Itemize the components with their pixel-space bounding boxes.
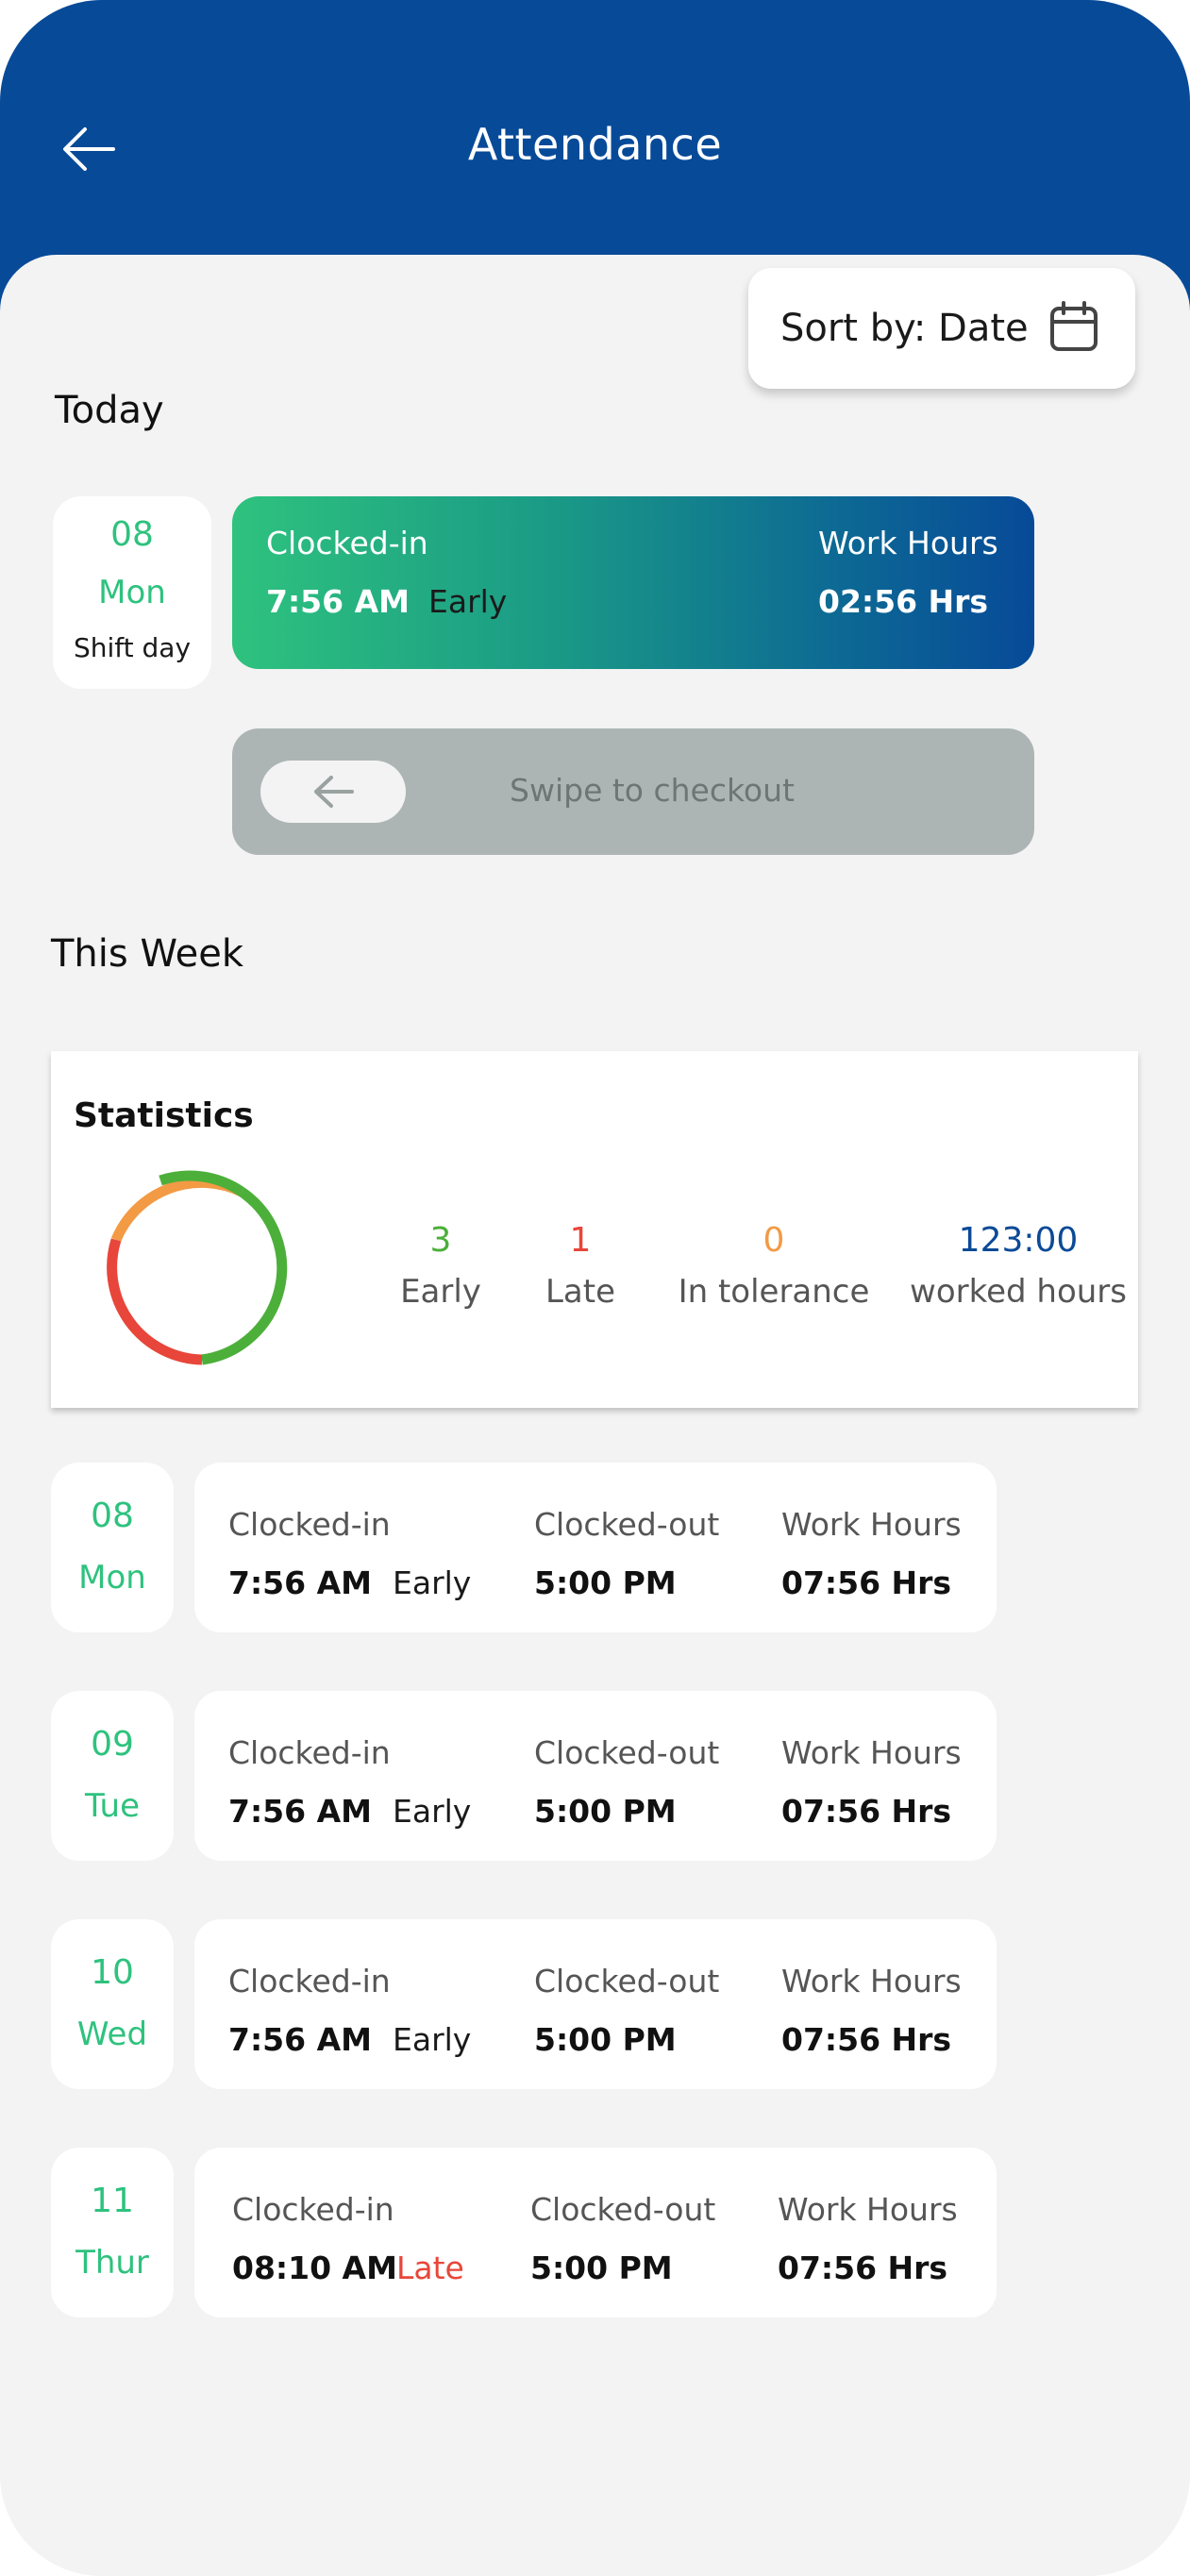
sort-label: Sort by: Date: [780, 307, 1029, 350]
clocked-in-label: Clocked-in: [232, 2191, 394, 2228]
today-title: Today: [55, 389, 164, 432]
today-attendance-card: Clocked-in 7:56 AM Early Work Hours 02:5…: [232, 496, 1034, 669]
page-title: Attendance: [467, 119, 723, 170]
calendar-icon: [1050, 301, 1098, 351]
stat-early-label: Early: [400, 1273, 481, 1311]
clocked-out-time: 5:00 PM: [534, 2021, 677, 2058]
stat-worked-label: worked hours: [910, 1273, 1127, 1311]
stat-tolerance: 0 In tolerance: [651, 1221, 897, 1311]
statistics-card: Statistics 3 Early 1 Late 0 In tolerance…: [51, 1051, 1138, 1408]
day-weekday: Mon: [78, 1559, 146, 1597]
work-hours-label: Work Hours: [781, 1734, 962, 1771]
today-shift-note: Shift day: [73, 632, 192, 663]
day-number: 11: [91, 2182, 134, 2220]
stat-tolerance-value: 0: [763, 1221, 785, 1260]
day-date-tile: 10 Wed: [51, 1919, 174, 2089]
clocked-in-time: 7:56 AM: [228, 1793, 372, 1830]
today-day: 08: [110, 515, 154, 554]
day-attendance-card[interactable]: Clocked-in 7:56 AM Early Clocked-out 5:00 PM…: [194, 1691, 997, 1861]
clocked-in-label: Clocked-in: [228, 1963, 391, 1999]
status-badge: Early: [428, 583, 508, 620]
clocked-in-label: Clocked-in: [228, 1734, 391, 1771]
stat-late-value: 1: [569, 1221, 592, 1260]
this-week-title: This Week: [51, 932, 244, 976]
day-number: 08: [91, 1497, 134, 1535]
clocked-in-time: 7:56 AM: [228, 2021, 372, 2058]
day-weekday: Wed: [76, 2016, 148, 2053]
work-hours-value: 02:56 Hrs: [818, 583, 989, 620]
stat-worked-value: 123:00: [958, 1221, 1079, 1260]
day-date-tile: 11 Thur: [51, 2148, 174, 2317]
clocked-out-label: Clocked-out: [534, 1734, 720, 1771]
sort-by-date-button[interactable]: Sort by: Date: [748, 268, 1135, 389]
clocked-in-label: Clocked-in: [266, 525, 428, 561]
status-badge: Early: [393, 1564, 472, 1601]
clocked-out-time: 5:00 PM: [530, 2250, 673, 2286]
work-hours-label: Work Hours: [778, 2191, 958, 2228]
statistics-title: Statistics: [74, 1096, 254, 1135]
stat-worked-hours: 123:00 worked hours: [900, 1221, 1136, 1311]
work-hours-value: 07:56 Hrs: [778, 2250, 948, 2286]
status-badge: Early: [393, 1793, 472, 1830]
status-badge: Late: [396, 2250, 464, 2286]
stat-late-label: Late: [545, 1273, 616, 1311]
status-badge: Early: [393, 2021, 472, 2058]
day-date-tile: 08 Mon: [51, 1463, 174, 1632]
clocked-in-time: 7:56 AM: [228, 1564, 372, 1601]
day-attendance-card[interactable]: Clocked-in 08:10 AM Late Clocked-out 5:00 PM…: [194, 2148, 997, 2317]
day-weekday: Thur: [75, 2244, 149, 2282]
day-number: 09: [91, 1725, 134, 1764]
attendance-donut-chart: [107, 1170, 288, 1365]
work-hours-label: Work Hours: [818, 525, 998, 561]
clocked-out-time: 5:00 PM: [534, 1564, 677, 1601]
clocked-out-label: Clocked-out: [530, 2191, 716, 2228]
day-attendance-card[interactable]: Clocked-in 7:56 AM Early Clocked-out 5:00 PM…: [194, 1919, 997, 2089]
stat-tolerance-label: In tolerance: [678, 1273, 870, 1311]
clocked-out-label: Clocked-out: [534, 1963, 720, 1999]
app-screen: Attendance Sort by: Date Today 08 Mon Sh…: [0, 0, 1190, 2576]
stat-early-value: 3: [429, 1221, 452, 1260]
stat-late: 1 Late: [521, 1221, 640, 1311]
swipe-label: Swipe to checkout: [510, 772, 795, 809]
day-weekday: Tue: [84, 1787, 141, 1825]
swipe-to-checkout[interactable]: Swipe to checkout: [232, 728, 1034, 855]
work-hours-value: 07:56 Hrs: [781, 1564, 952, 1601]
day-attendance-card[interactable]: Clocked-in 7:56 AM Early Clocked-out 5:00 PM…: [194, 1463, 997, 1632]
today-weekday: Mon: [98, 574, 166, 611]
work-hours-value: 07:56 Hrs: [781, 2021, 952, 2058]
clocked-out-time: 5:00 PM: [534, 1793, 677, 1830]
clocked-in-time: 7:56 AM: [266, 583, 410, 620]
today-date-tile: 08 Mon Shift day: [53, 496, 211, 689]
work-hours-label: Work Hours: [781, 1963, 962, 1999]
stat-early: 3 Early: [383, 1221, 498, 1311]
day-number: 10: [91, 1953, 134, 1992]
work-hours-label: Work Hours: [781, 1506, 962, 1543]
clocked-in-label: Clocked-in: [228, 1506, 391, 1543]
clocked-in-time: 08:10 AM: [232, 2250, 397, 2286]
work-hours-value: 07:56 Hrs: [781, 1793, 952, 1830]
clocked-out-label: Clocked-out: [534, 1506, 720, 1543]
day-date-tile: 09 Tue: [51, 1691, 174, 1861]
